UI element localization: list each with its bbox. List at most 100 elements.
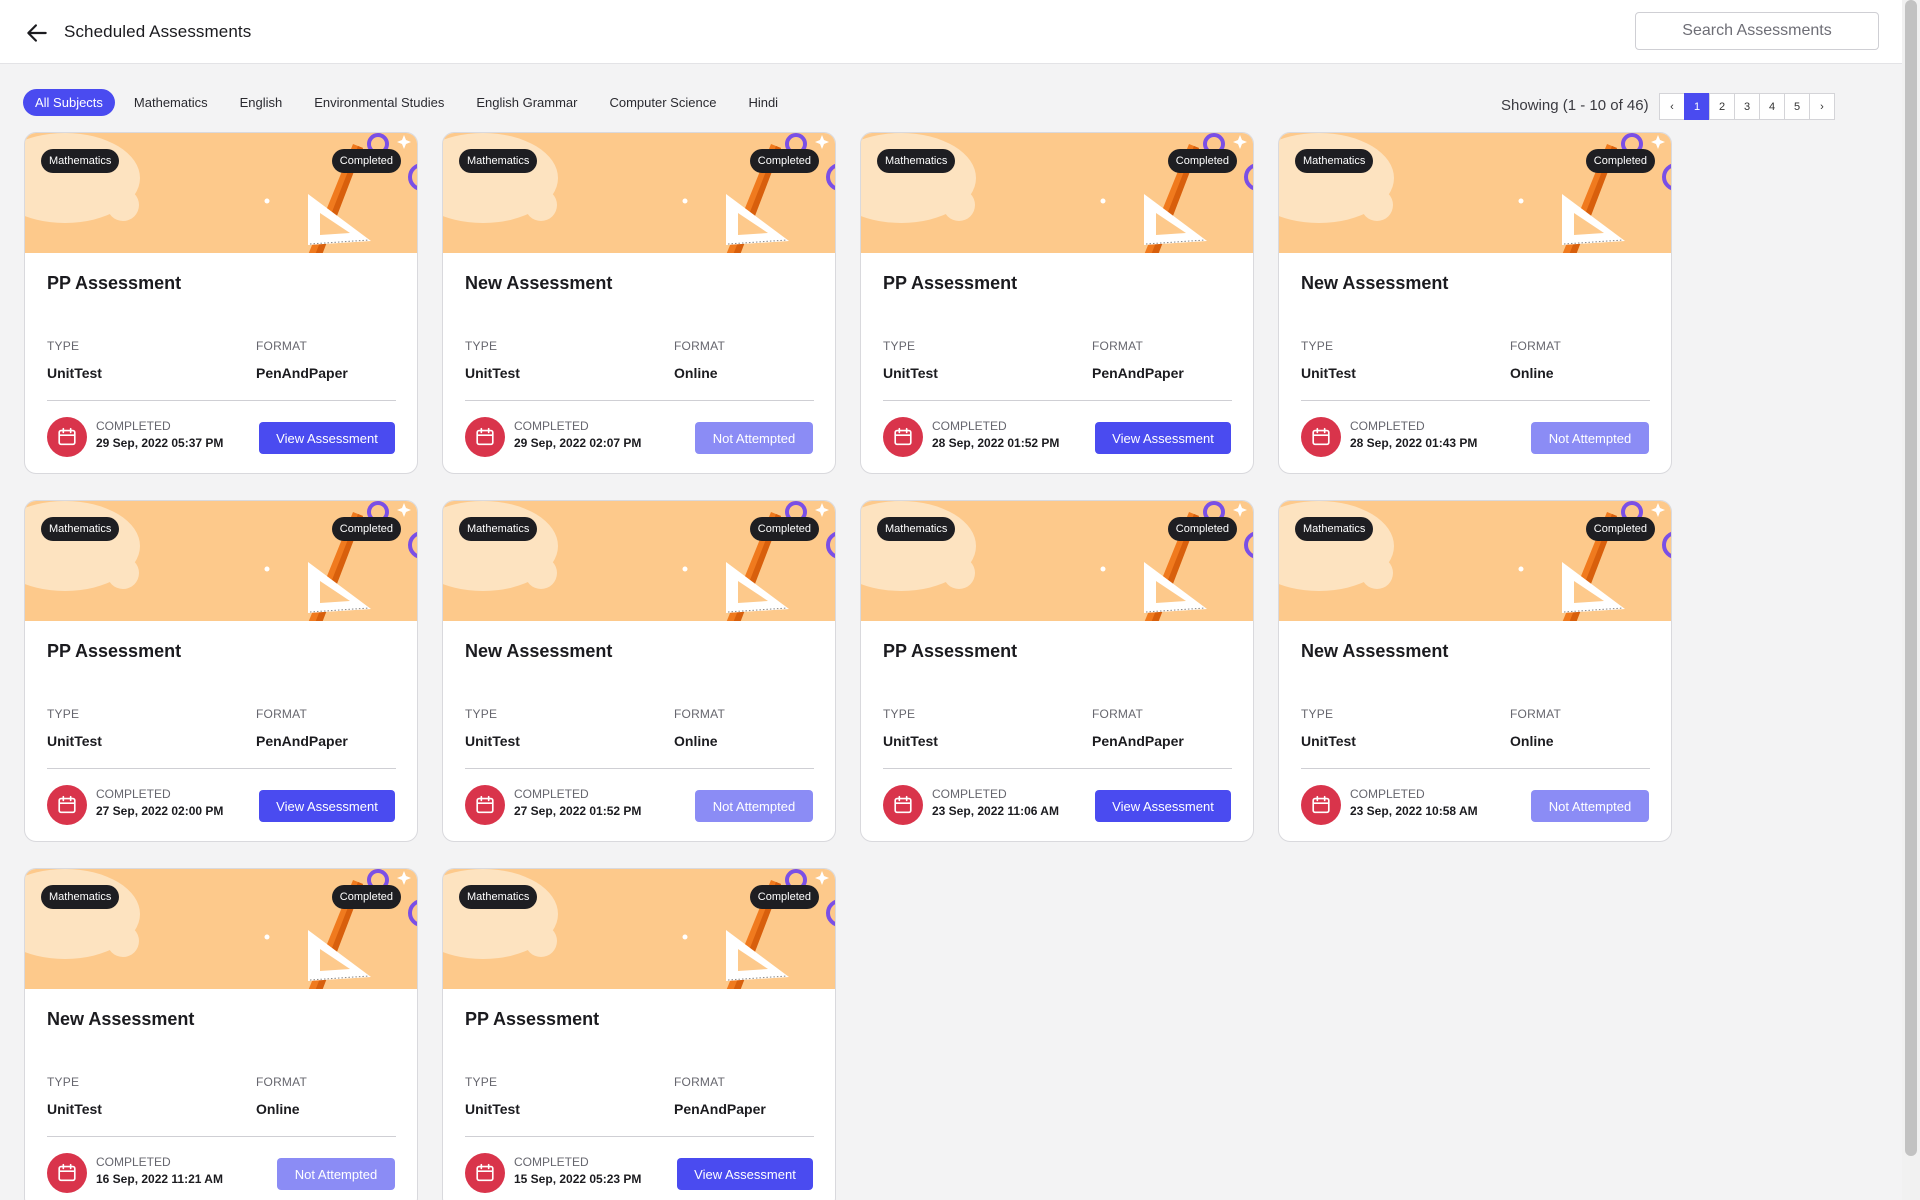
filter-chip-english[interactable]: English — [227, 89, 296, 116]
view-assessment-button[interactable]: View Assessment — [1095, 790, 1231, 822]
assessment-card[interactable]: Mathematics Completed New Assessment TYP… — [1278, 132, 1672, 474]
type-value: UnitTest — [465, 1101, 520, 1117]
assessment-card[interactable]: Mathematics Completed New Assessment TYP… — [442, 500, 836, 842]
filter-chip-mathematics[interactable]: Mathematics — [121, 89, 221, 116]
type-value: UnitTest — [883, 733, 938, 749]
completed-label: COMPLETED — [1350, 787, 1425, 801]
card-divider — [883, 768, 1232, 769]
status-badge: Completed — [1167, 149, 1237, 173]
type-label: TYPE — [465, 339, 498, 353]
format-value: PenAndPaper — [256, 365, 348, 381]
type-value: UnitTest — [47, 365, 102, 381]
calendar-icon — [47, 1153, 87, 1193]
completed-label: COMPLETED — [96, 419, 171, 433]
view-assessment-button[interactable]: View Assessment — [259, 790, 395, 822]
prev-page-button[interactable]: ‹ — [1659, 93, 1685, 120]
assessment-card[interactable]: Mathematics Completed PP Assessment TYPE… — [860, 500, 1254, 842]
back-arrow-icon[interactable] — [24, 20, 50, 46]
filter-chip-all-subjects[interactable]: All Subjects — [23, 88, 115, 116]
calendar-icon — [47, 417, 87, 457]
subject-badge: Mathematics — [41, 149, 120, 173]
filter-chip-english-grammar[interactable]: English Grammar — [463, 89, 590, 116]
format-value: Online — [674, 733, 718, 749]
not-attempted-button[interactable]: Not Attempted — [695, 790, 813, 822]
card-banner: Mathematics Completed — [25, 501, 417, 621]
format-value: PenAndPaper — [1092, 733, 1184, 749]
completed-label: COMPLETED — [932, 419, 1007, 433]
subject-badge: Mathematics — [877, 517, 956, 541]
assessment-title: PP Assessment — [883, 641, 1018, 661]
view-assessment-button[interactable]: View Assessment — [677, 1158, 813, 1190]
page-button-2[interactable]: 2 — [1709, 93, 1735, 120]
card-divider — [465, 400, 814, 401]
card-banner: Mathematics Completed — [443, 501, 835, 621]
subject-badge: Mathematics — [41, 517, 120, 541]
format-value: Online — [256, 1101, 300, 1117]
assessment-card[interactable]: Mathematics Completed PP Assessment TYPE… — [442, 868, 836, 1200]
type-value: UnitTest — [47, 1101, 102, 1117]
completed-label: COMPLETED — [514, 1155, 589, 1169]
page-button-4[interactable]: 4 — [1759, 93, 1785, 120]
subject-badge: Mathematics — [459, 885, 538, 909]
calendar-icon — [47, 785, 87, 825]
filter-chip-hindi[interactable]: Hindi — [735, 89, 791, 116]
calendar-icon — [1301, 785, 1341, 825]
calendar-icon — [883, 417, 923, 457]
format-label: FORMAT — [674, 1075, 725, 1089]
not-attempted-button[interactable]: Not Attempted — [695, 422, 813, 454]
filter-chip-environmental-studies[interactable]: Environmental Studies — [301, 89, 457, 116]
assessment-card[interactable]: Mathematics Completed PP Assessment TYPE… — [24, 132, 418, 474]
assessment-title: New Assessment — [1301, 273, 1449, 293]
type-label: TYPE — [883, 339, 916, 353]
assessment-card[interactable]: Mathematics Completed New Assessment TYP… — [442, 132, 836, 474]
completed-label: COMPLETED — [96, 1155, 171, 1169]
format-label: FORMAT — [256, 1075, 307, 1089]
search-input[interactable] — [1635, 12, 1879, 50]
format-label: FORMAT — [674, 339, 725, 353]
subject-badge: Mathematics — [459, 517, 538, 541]
assessment-card[interactable]: Mathematics Completed PP Assessment TYPE… — [24, 500, 418, 842]
type-value: UnitTest — [47, 733, 102, 749]
completed-label: COMPLETED — [932, 787, 1007, 801]
assessment-card[interactable]: Mathematics Completed PP Assessment TYPE… — [860, 132, 1254, 474]
assessment-title: New Assessment — [1301, 641, 1449, 661]
card-divider — [47, 1136, 396, 1137]
calendar-icon — [1301, 417, 1341, 457]
completed-date: 16 Sep, 2022 11:21 AM — [96, 1172, 223, 1186]
subject-badge: Mathematics — [41, 885, 120, 909]
assessment-title: PP Assessment — [47, 641, 182, 661]
type-label: TYPE — [1301, 707, 1334, 721]
type-value: UnitTest — [883, 365, 938, 381]
not-attempted-button[interactable]: Not Attempted — [277, 1158, 395, 1190]
page-title: Scheduled Assessments — [64, 22, 252, 41]
completed-date: 23 Sep, 2022 10:58 AM — [1350, 804, 1478, 818]
completed-date: 23 Sep, 2022 11:06 AM — [932, 804, 1059, 818]
view-assessment-button[interactable]: View Assessment — [259, 422, 395, 454]
subject-badge: Mathematics — [1295, 149, 1374, 173]
type-value: UnitTest — [465, 733, 520, 749]
next-page-button[interactable]: › — [1809, 93, 1835, 120]
scrollbar-thumb[interactable] — [1905, 0, 1917, 1156]
assessment-title: PP Assessment — [47, 273, 182, 293]
not-attempted-button[interactable]: Not Attempted — [1531, 790, 1649, 822]
page-button-3[interactable]: 3 — [1734, 93, 1760, 120]
format-label: FORMAT — [256, 707, 307, 721]
status-badge: Completed — [331, 517, 401, 541]
type-label: TYPE — [1301, 339, 1334, 353]
assessment-title: PP Assessment — [465, 1009, 600, 1029]
assessment-card[interactable]: Mathematics Completed New Assessment TYP… — [1278, 500, 1672, 842]
card-divider — [1301, 400, 1650, 401]
type-label: TYPE — [47, 707, 80, 721]
completed-label: COMPLETED — [1350, 419, 1425, 433]
type-label: TYPE — [883, 707, 916, 721]
card-divider — [883, 400, 1232, 401]
filter-chip-computer-science[interactable]: Computer Science — [596, 89, 729, 116]
assessment-card[interactable]: Mathematics Completed New Assessment TYP… — [24, 868, 418, 1200]
not-attempted-button[interactable]: Not Attempted — [1531, 422, 1649, 454]
view-assessment-button[interactable]: View Assessment — [1095, 422, 1231, 454]
completed-date: 28 Sep, 2022 01:52 PM — [932, 436, 1060, 450]
page-button-5[interactable]: 5 — [1784, 93, 1810, 120]
format-label: FORMAT — [1510, 339, 1561, 353]
page-button-1[interactable]: 1 — [1684, 93, 1710, 120]
status-badge: Completed — [749, 517, 819, 541]
